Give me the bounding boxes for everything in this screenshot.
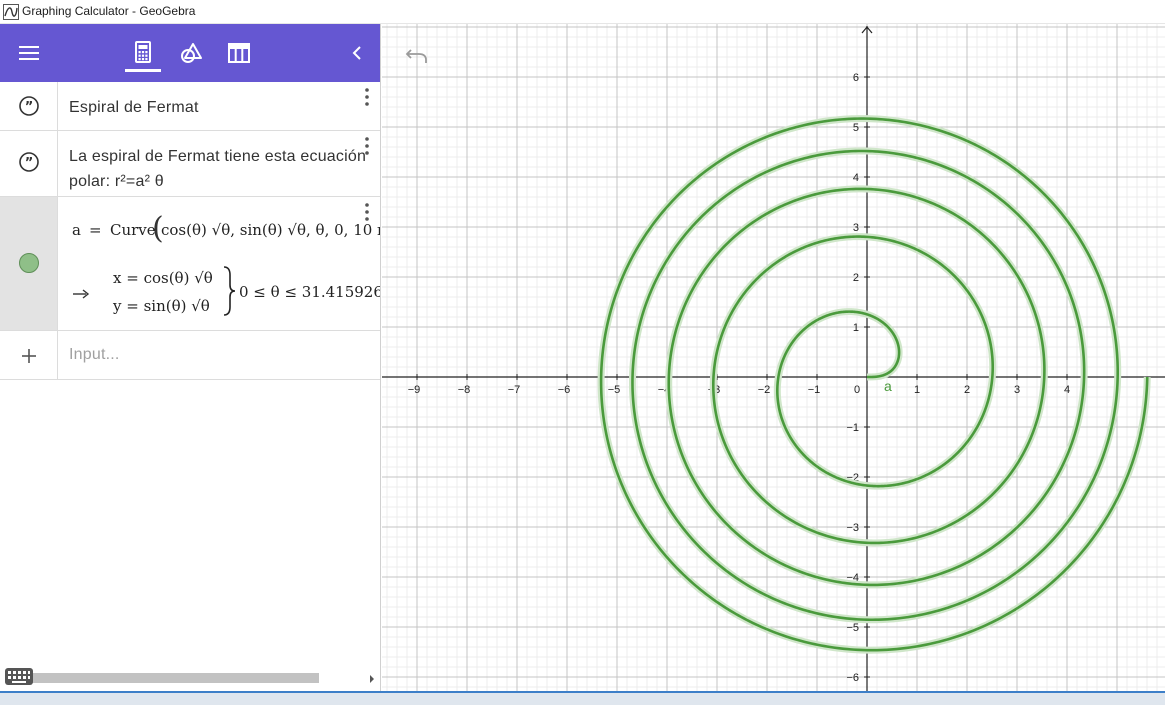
x-axis-tick-labels: −9 −8 −7 −6 −5 −4 −3 −2 −1 0 1 2 3 4 5 bbox=[408, 384, 1120, 396]
chevron-left-icon[interactable] bbox=[342, 38, 372, 68]
item-text-line-1: La espiral de Fermat tiene esta ecuación bbox=[69, 148, 367, 165]
graph-canvas[interactable]: −9 −8 −7 −6 −5 −4 −3 −2 −1 0 1 2 3 4 5 654321−1−2−3−4−… bbox=[382, 24, 1165, 691]
row-marker bbox=[0, 197, 58, 330]
plus-icon[interactable] bbox=[20, 347, 38, 365]
undo-icon[interactable] bbox=[404, 46, 430, 66]
geogebra-app-icon bbox=[3, 4, 19, 20]
minor-grid bbox=[382, 24, 1165, 691]
y-tick-label: −5 bbox=[846, 622, 859, 634]
x-tick-label: −5 bbox=[608, 384, 621, 396]
x-tick-label: 4 bbox=[1064, 384, 1070, 396]
x-tick-label: −8 bbox=[458, 384, 471, 396]
scroll-right-arrow-icon[interactable] bbox=[368, 674, 376, 684]
algebra-input-row[interactable]: Input... bbox=[0, 331, 380, 380]
y-tick-label: 4 bbox=[853, 172, 859, 184]
y-tick-label: −1 bbox=[846, 422, 859, 434]
graphics-view[interactable]: −9 −8 −7 −6 −5 −4 −3 −2 −1 0 1 2 3 4 5 6 5 4 3 2 1 −1 −2 −3 −4−… bbox=[382, 24, 1165, 691]
keyboard-icon[interactable] bbox=[4, 666, 34, 688]
more-options-icon[interactable] bbox=[360, 135, 374, 157]
calculator-icon[interactable] bbox=[128, 38, 158, 68]
x-tick-label: 1 bbox=[914, 384, 920, 396]
hamburger-icon[interactable] bbox=[14, 38, 44, 68]
more-options-icon[interactable] bbox=[360, 86, 374, 108]
svg-text:”: ” bbox=[25, 156, 34, 171]
curve-command: Curve bbox=[110, 221, 156, 239]
equals-sign: = bbox=[89, 221, 102, 239]
curve-output-range: 0 ≤ θ ≤ 31.4159265 bbox=[239, 283, 381, 301]
table-icon[interactable] bbox=[224, 38, 254, 68]
right-brace bbox=[223, 266, 236, 316]
y-tick-label: 1 bbox=[853, 322, 859, 334]
shapes-icon[interactable] bbox=[176, 38, 206, 68]
curve-output-x: x = cos(θ) √θ bbox=[113, 269, 213, 287]
row-marker: ” bbox=[0, 82, 58, 130]
x-tick-label: 2 bbox=[964, 384, 970, 396]
y-tick-label: −6 bbox=[846, 672, 859, 684]
window-bottom-bar bbox=[0, 691, 1165, 705]
y-tick-label: 3 bbox=[853, 222, 859, 234]
svg-text:”: ” bbox=[25, 100, 34, 115]
curve-arguments: cos(θ) √θ, sin(θ) √θ, θ, 0, 10 π bbox=[161, 221, 381, 239]
item-text-line-2: polar: r²=a² θ bbox=[69, 173, 164, 190]
algebra-item-text-1[interactable]: ” Espiral de Fermat bbox=[0, 82, 380, 131]
y-tick-label: 2 bbox=[853, 272, 859, 284]
y-tick-label: 5 bbox=[853, 122, 859, 134]
curve-output-y: y = sin(θ) √θ bbox=[113, 297, 210, 315]
curve-label: a bbox=[72, 221, 81, 239]
y-tick-label: 6 bbox=[853, 72, 859, 84]
quote-icon: ” bbox=[19, 152, 39, 172]
more-options-icon[interactable] bbox=[360, 201, 374, 223]
algebra-panel: ” Espiral de Fermat ” La espiral de Ferm… bbox=[0, 24, 381, 691]
row-marker bbox=[0, 331, 58, 379]
horizontal-scrollbar[interactable] bbox=[0, 667, 380, 691]
window-title: Graphing Calculator - GeoGebra bbox=[22, 4, 196, 18]
axes bbox=[382, 26, 1165, 691]
arrow-right-icon bbox=[73, 289, 90, 299]
x-tick-label: 3 bbox=[1014, 384, 1020, 396]
active-tab-indicator bbox=[125, 69, 161, 72]
item-text: Espiral de Fermat bbox=[69, 99, 199, 116]
y-tick-label: −3 bbox=[846, 522, 859, 534]
scrollbar-thumb[interactable] bbox=[14, 673, 319, 683]
x-tick-label: −6 bbox=[558, 384, 571, 396]
input-field[interactable]: Input... bbox=[69, 346, 120, 364]
curve-label-on-graph[interactable]: a bbox=[884, 378, 892, 394]
row-marker: ” bbox=[0, 131, 58, 196]
algebra-item-curve[interactable]: a = Curve ( cos(θ) √θ, sin(θ) √θ, θ, 0, … bbox=[0, 197, 381, 331]
x-tick-label: 0 bbox=[854, 384, 860, 396]
algebra-item-text-2[interactable]: ” La espiral de Fermat tiene esta ecuaci… bbox=[0, 131, 380, 197]
x-tick-label: −7 bbox=[508, 384, 521, 396]
x-tick-label: −2 bbox=[758, 384, 771, 396]
visibility-toggle-icon[interactable] bbox=[18, 252, 40, 274]
x-tick-label: −9 bbox=[408, 384, 421, 396]
window-title-bar: Graphing Calculator - GeoGebra bbox=[0, 0, 1165, 24]
x-tick-label: −1 bbox=[808, 384, 821, 396]
quote-icon: ” bbox=[19, 96, 39, 116]
panel-header bbox=[0, 24, 380, 82]
